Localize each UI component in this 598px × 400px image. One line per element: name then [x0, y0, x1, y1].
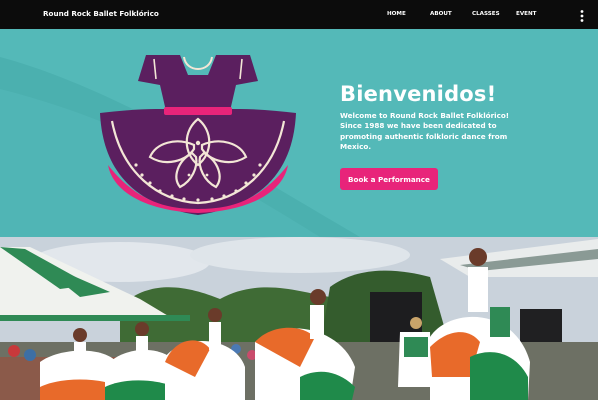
nav-classes[interactable]: CLASSES [472, 11, 500, 17]
main-nav: HOME ABOUT CLASSES EVENT [0, 11, 598, 21]
book-performance-button[interactable]: Book a Performance [340, 168, 438, 190]
vertical-ellipsis-icon[interactable] [578, 9, 586, 23]
hero-title: Bienvenidos! [340, 82, 497, 106]
nav-about[interactable]: ABOUT [430, 11, 452, 17]
nav-event[interactable]: EVENT [516, 11, 536, 17]
nav-home[interactable]: HOME [387, 11, 406, 17]
hero-section: Bienvenidos! Welcome to Round Rock Balle… [0, 29, 598, 237]
hero-description: Welcome to Round Rock Ballet Folklórico!… [340, 111, 510, 152]
folklorico-dress-icon [100, 55, 296, 215]
top-navigation-bar: Round Rock Ballet Folklórico HOME ABOUT … [0, 0, 598, 29]
dancers-performing-photo [0, 237, 598, 400]
performance-photo [0, 237, 598, 400]
